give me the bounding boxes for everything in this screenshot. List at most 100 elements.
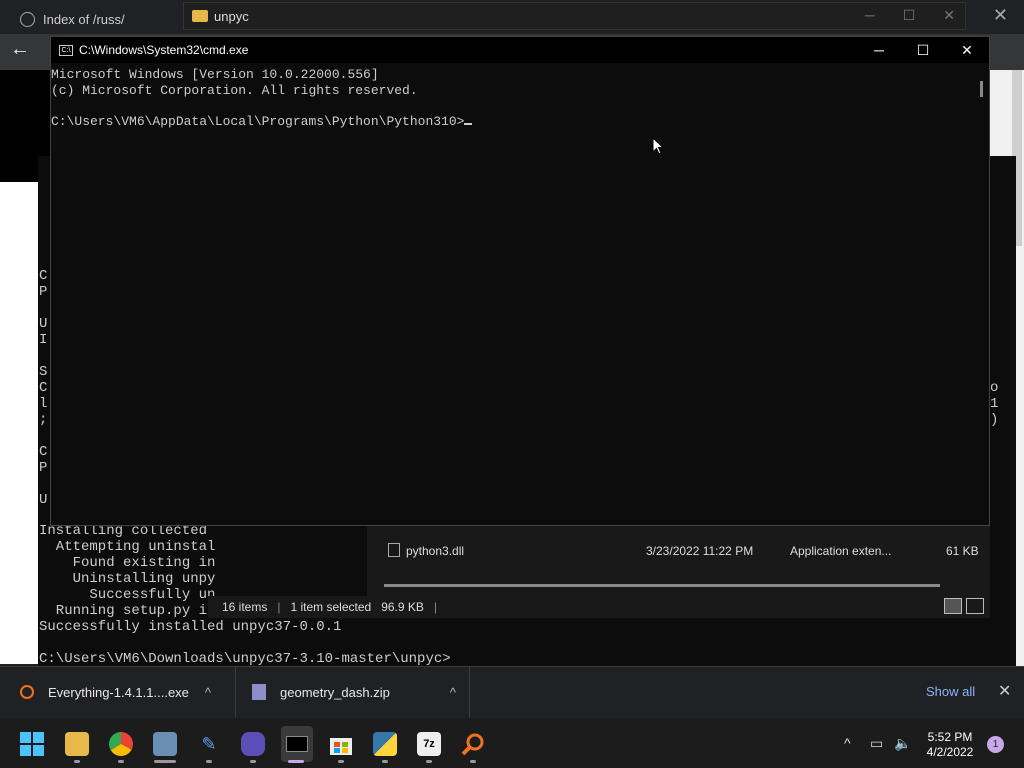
terminal-fragment xyxy=(39,428,47,444)
file-row[interactable]: python3.dll 3/23/2022 11:22 PM Applicati… xyxy=(388,542,988,562)
download-item[interactable]: Everything-1.4.1.1....exe ^ xyxy=(0,666,236,718)
cmd-icon: C:\ xyxy=(59,44,73,56)
terminal-fragment: o xyxy=(990,380,999,396)
explorer-title: unpyc xyxy=(214,8,249,24)
item-count: 16 items xyxy=(222,600,268,614)
file-type: Application exten... xyxy=(790,544,892,558)
browser-tab[interactable]: Index of /russ/ xyxy=(8,4,180,34)
notification-badge[interactable]: 1 xyxy=(987,736,1004,753)
terminal-line: Successfully installed unpyc37-0.0.1 xyxy=(39,619,342,635)
python-icon[interactable] xyxy=(373,732,397,756)
terminal-line: C:\Users\VM6\Downloads\unpyc37-3.10-mast… xyxy=(39,651,451,667)
background-terminal-left-fragments: CP UI S Cl; CP U xyxy=(39,268,47,508)
globe-icon xyxy=(20,11,35,27)
running-indicator xyxy=(470,760,476,763)
text-cursor xyxy=(464,122,473,125)
cmd-line: (c) Microsoft Corporation. All rights re… xyxy=(51,82,418,98)
terminal-fragment: I xyxy=(39,332,48,348)
folder-icon xyxy=(192,10,208,22)
selection-size: 96.9 KB xyxy=(381,600,424,614)
terminal-fragment: C xyxy=(39,444,48,460)
chevron-up-icon[interactable]: ^ xyxy=(205,685,211,700)
clock-date: 4/2/2022 xyxy=(926,745,974,759)
chrome-icon[interactable] xyxy=(109,732,133,756)
running-indicator xyxy=(118,760,124,763)
download-name: Everything-1.4.1.1....exe xyxy=(48,684,189,700)
running-indicator xyxy=(250,760,256,763)
network-icon[interactable]: ▭ xyxy=(870,735,883,752)
browser-close-icon[interactable]: ✕ xyxy=(993,5,1008,26)
terminal-fragment: l xyxy=(39,396,48,412)
cmd-titlebar[interactable]: C:\ C:\Windows\System32\cmd.exe ─ ☐ ✕ xyxy=(51,37,989,63)
browser-page xyxy=(0,182,40,664)
tray-chevron-icon[interactable]: ^ xyxy=(844,735,851,751)
show-all-link[interactable]: Show all xyxy=(926,684,975,699)
cmd-scrollbar[interactable] xyxy=(980,81,983,97)
back-arrow-icon[interactable]: ← xyxy=(10,38,30,61)
running-indicator xyxy=(154,760,176,763)
everything-search-icon[interactable] xyxy=(461,732,485,756)
mouse-pointer-icon xyxy=(652,137,664,155)
close-icon[interactable]: ✕ xyxy=(998,681,1011,701)
download-item[interactable]: geometry_dash.zip ^ xyxy=(236,666,470,718)
running-indicator xyxy=(74,760,80,763)
cmd-line: Microsoft Windows [Version 10.0.22000.55… xyxy=(51,67,379,82)
vr-icon[interactable] xyxy=(241,732,265,756)
background-terminal-right-fragments: o 1) xyxy=(990,380,998,428)
terminal-fragment: ; xyxy=(39,412,48,428)
pen-icon[interactable]: ✎ xyxy=(197,732,221,756)
details-view-icon[interactable] xyxy=(944,598,962,614)
control-panel-icon[interactable] xyxy=(153,732,177,756)
running-indicator xyxy=(206,760,212,763)
horizontal-scrollbar[interactable] xyxy=(384,584,940,587)
terminal-fragment: C xyxy=(39,380,48,396)
running-indicator xyxy=(426,760,432,763)
large-icons-view-icon[interactable] xyxy=(966,598,984,614)
volume-icon[interactable]: 🔈 xyxy=(894,735,911,752)
terminal-fragment: 1 xyxy=(990,396,999,412)
store-icon[interactable] xyxy=(329,732,353,756)
terminal-icon[interactable] xyxy=(281,726,313,762)
terminal-fragment: ) xyxy=(990,412,999,428)
selection-count: 1 item selected xyxy=(290,600,372,614)
minimize-button[interactable]: ─ xyxy=(857,37,901,63)
terminal-fragment xyxy=(39,300,47,316)
terminal-fragment: U xyxy=(39,316,48,332)
start-icon[interactable] xyxy=(20,732,44,756)
explorer-titlebar[interactable]: unpyc ─ ☐ ✕ xyxy=(183,2,966,30)
maximize-button[interactable]: ☐ xyxy=(901,37,945,63)
close-icon[interactable]: ✕ xyxy=(943,7,955,24)
file-size: 61 KB xyxy=(946,544,979,558)
everything-file-icon xyxy=(20,685,34,699)
7zip-icon[interactable]: 7z xyxy=(417,732,441,756)
file-explorer-icon[interactable] xyxy=(65,732,89,756)
cmd-window[interactable]: C:\ C:\Windows\System32\cmd.exe ─ ☐ ✕ Mi… xyxy=(50,36,990,526)
terminal-fragment: P xyxy=(39,460,48,476)
running-indicator xyxy=(382,760,388,763)
terminal-fragment: U xyxy=(39,492,48,508)
clock-time: 5:52 PM xyxy=(927,730,973,744)
cmd-prompt: C:\Users\VM6\AppData\Local\Programs\Pyth… xyxy=(51,113,465,129)
zip-file-icon xyxy=(252,684,266,700)
cmd-title: C:\Windows\System32\cmd.exe xyxy=(79,43,249,57)
explorer-status-bar: 16 items | 1 item selected 96.9 KB | xyxy=(208,596,990,618)
minimize-icon[interactable]: ─ xyxy=(865,7,875,24)
maximize-icon[interactable]: ☐ xyxy=(903,7,916,24)
browser-tab-title: Index of /russ/ xyxy=(43,11,125,27)
close-button[interactable]: ✕ xyxy=(945,37,989,63)
cmd-output[interactable]: Microsoft Windows [Version 10.0.22000.55… xyxy=(51,63,989,129)
terminal-fragment: P xyxy=(39,284,48,300)
download-name: geometry_dash.zip xyxy=(280,684,390,700)
dll-file-icon xyxy=(388,543,400,557)
running-indicator xyxy=(338,760,344,763)
terminal-fragment: S xyxy=(39,364,48,380)
active-indicator xyxy=(288,760,304,763)
tray-clock[interactable]: 5:52 PM 4/2/2022 xyxy=(918,730,982,760)
terminal-fragment xyxy=(39,476,47,492)
terminal-fragment xyxy=(39,348,47,364)
file-name: python3.dll xyxy=(406,544,465,558)
file-date: 3/23/2022 11:22 PM xyxy=(646,544,754,558)
terminal-fragment: C xyxy=(39,268,48,284)
chevron-up-icon[interactable]: ^ xyxy=(450,685,456,700)
